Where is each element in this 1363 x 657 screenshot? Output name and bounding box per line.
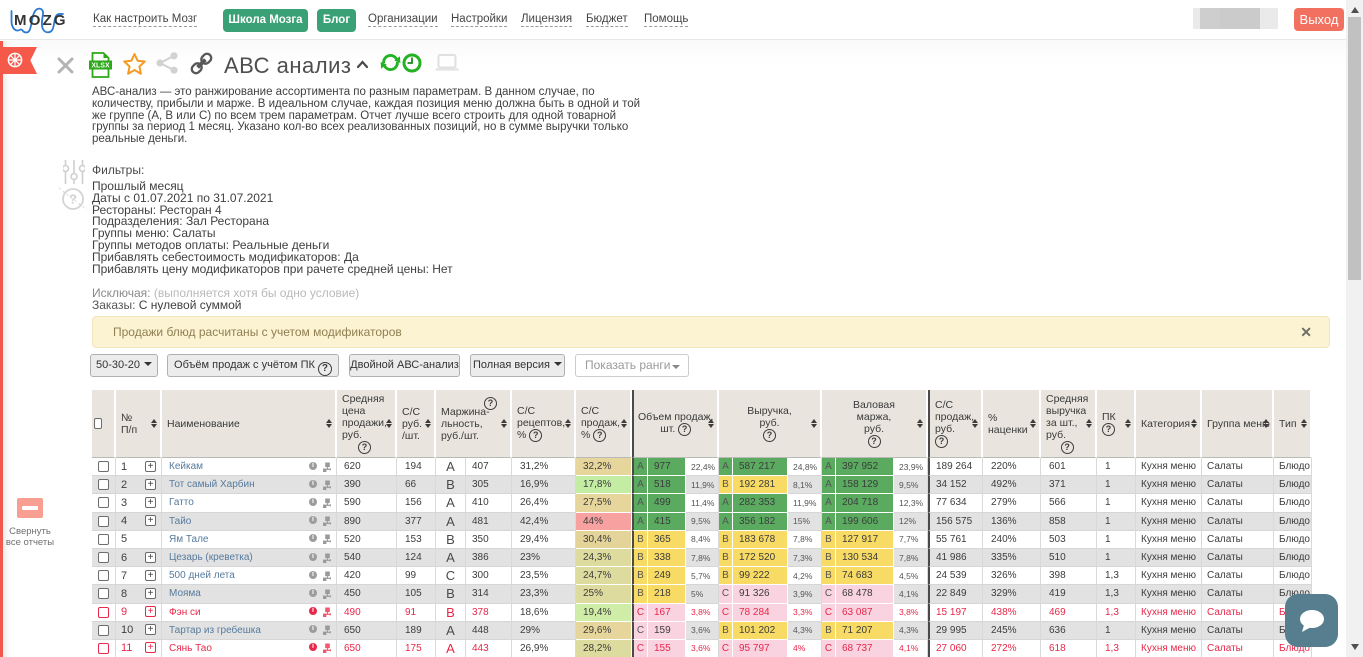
svg-text:XLSX: XLSX xyxy=(91,63,110,70)
svg-text:?: ? xyxy=(69,192,77,207)
svg-text:MOZG: MOZG xyxy=(14,12,67,29)
